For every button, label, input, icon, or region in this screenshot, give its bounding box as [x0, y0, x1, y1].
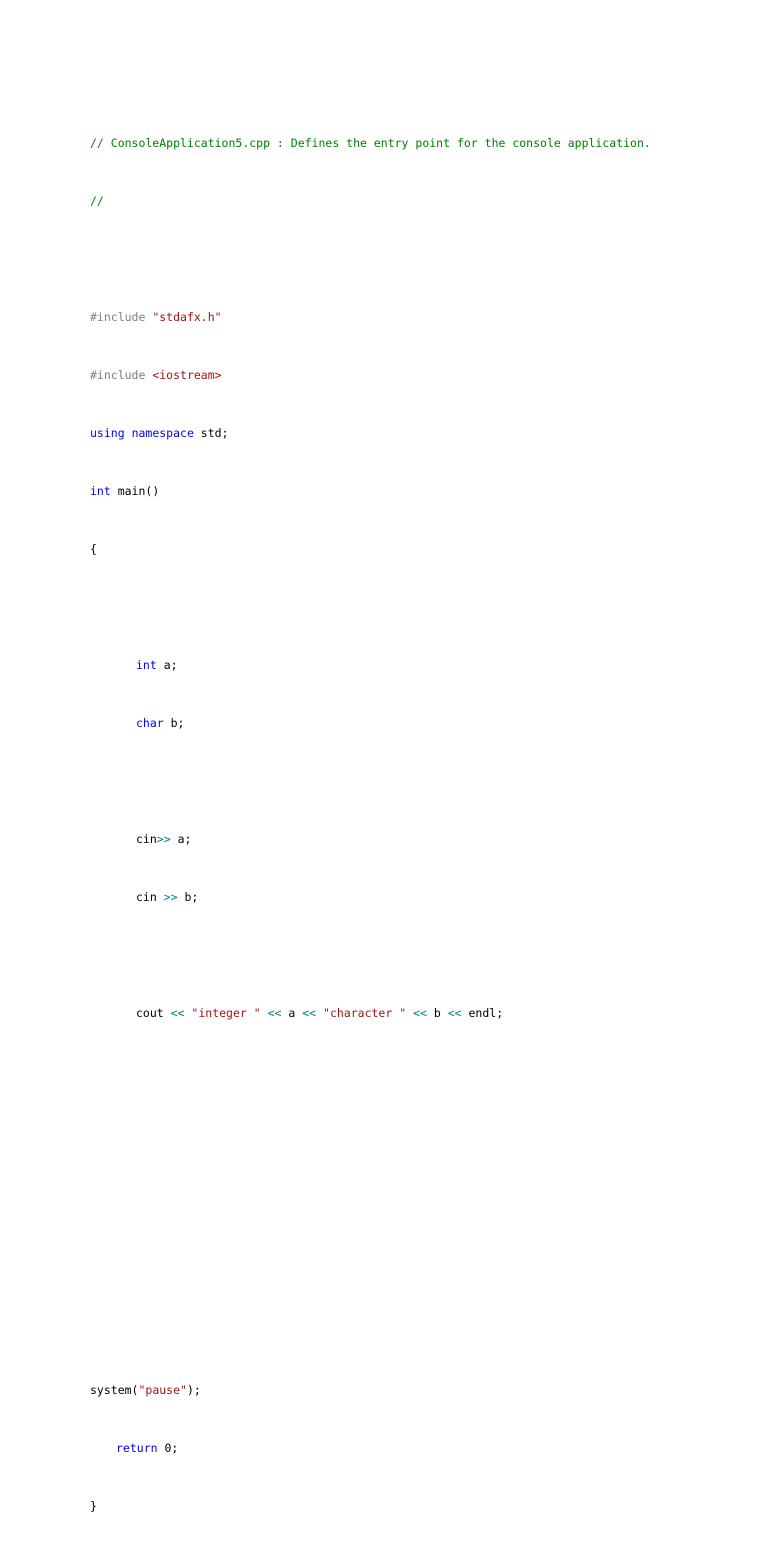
code-text: endl;: [461, 1005, 504, 1020]
string-literal: "integer ": [191, 1005, 261, 1020]
code-text: main(): [110, 483, 160, 498]
keyword-namespace: namespace: [131, 425, 194, 440]
code-line-open-brace: {: [90, 542, 651, 557]
code-text: cout: [136, 1005, 171, 1020]
keyword-char: char: [136, 715, 164, 730]
code-text: a;: [170, 831, 192, 846]
code-line-comment-1: // ConsoleApplication5.cpp : Defines the…: [90, 136, 651, 151]
code-block: // ConsoleApplication5.cpp : Defines the…: [90, 92, 651, 1557]
code-line-cin-a: cin>> a;: [90, 832, 651, 847]
include-file: "stdafx.h": [152, 309, 222, 324]
comment-text: //: [90, 193, 104, 208]
brace: {: [90, 541, 97, 556]
code-text: b;: [163, 715, 185, 730]
document-page: // ConsoleApplication5.cpp : Defines the…: [0, 0, 768, 1513]
code-line-include-stdafx: #include "stdafx.h": [90, 310, 651, 325]
operator: <<: [413, 1005, 427, 1020]
code-text: std;: [193, 425, 229, 440]
operator: <<: [267, 1005, 282, 1020]
string-literal: "character ": [323, 1005, 407, 1020]
code-line-close-brace: }: [90, 1499, 651, 1514]
code-line-system-pause: system("pause");: [90, 1383, 651, 1398]
code-text: a;: [156, 657, 178, 672]
code-line-cout: cout << "integer " << a << "character " …: [90, 1006, 651, 1021]
operator: <<: [447, 1005, 462, 1020]
include-directive: #include: [90, 367, 146, 382]
code-text: );: [186, 1382, 201, 1397]
code-line-decl-b: char b;: [90, 716, 651, 731]
string-literal: "pause": [138, 1382, 187, 1397]
code-text: a: [281, 1005, 303, 1020]
operator: >>: [163, 889, 178, 904]
keyword-return: return: [116, 1440, 158, 1455]
operator: <<: [170, 1005, 185, 1020]
comment-text: // ConsoleApplication5.cpp : Defines the…: [90, 135, 651, 150]
code-text: b: [426, 1005, 448, 1020]
keyword-using: using: [90, 425, 125, 440]
code-line-main: int main(): [90, 484, 651, 499]
code-text: system(: [90, 1382, 139, 1397]
code-text: cin: [136, 831, 157, 846]
brace: }: [90, 1498, 97, 1513]
code-line-using-namespace: using namespace std;: [90, 426, 651, 441]
operator: <<: [302, 1005, 317, 1020]
operator: >>: [156, 831, 171, 846]
keyword-int: int: [90, 483, 111, 498]
code-line-cin-b: cin >> b;: [90, 890, 651, 905]
include-file: <iostream>: [152, 367, 222, 382]
code-text: cin: [136, 889, 164, 904]
code-text: b;: [177, 889, 199, 904]
include-directive: #include: [90, 309, 146, 324]
keyword-int: int: [136, 657, 157, 672]
code-line-comment-2: //: [90, 194, 651, 209]
code-line-decl-a: int a;: [90, 658, 651, 673]
code-line-include-iostream: #include <iostream>: [90, 368, 651, 383]
code-text: 0;: [157, 1440, 179, 1455]
code-line-return: return 0;: [90, 1441, 651, 1456]
